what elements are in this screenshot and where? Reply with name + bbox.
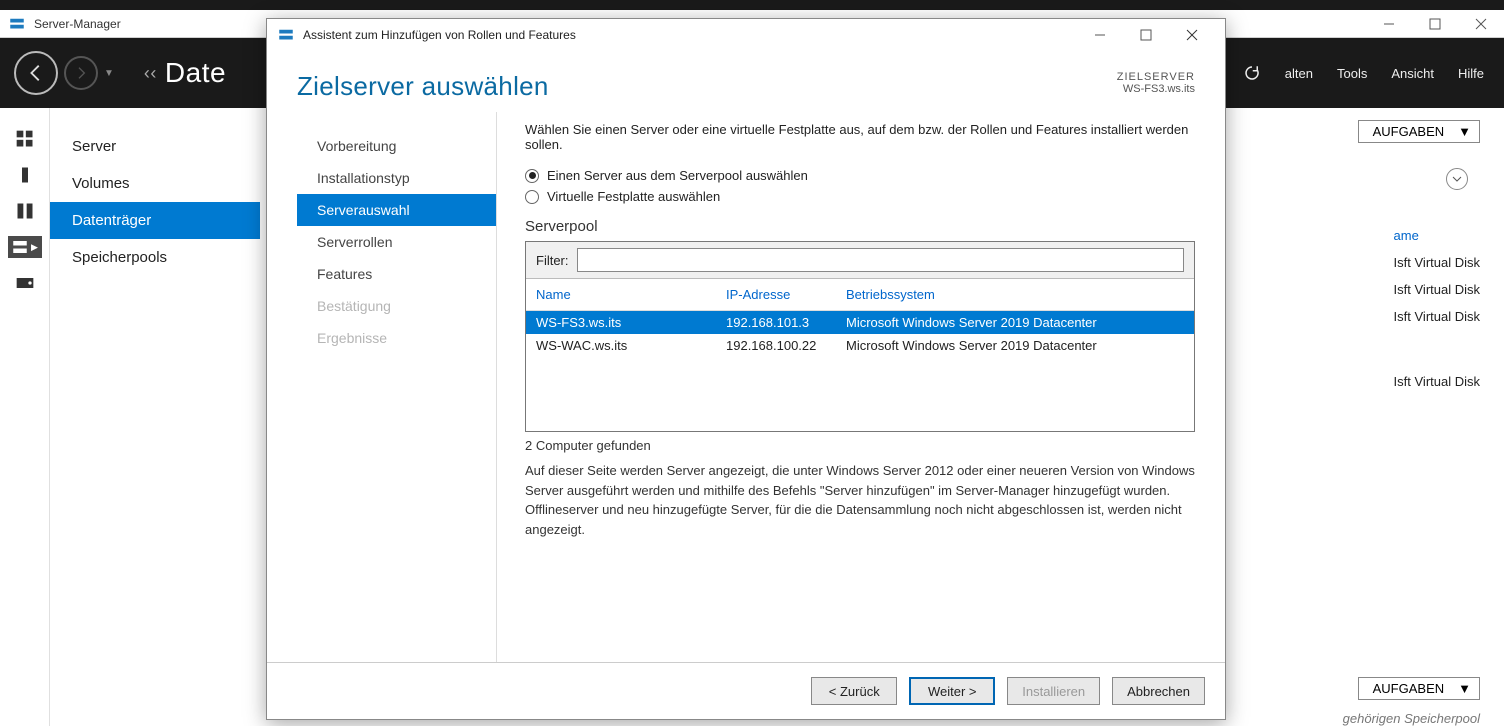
install-button: Installieren — [1007, 677, 1100, 705]
radio-label: Virtuelle Festplatte auswählen — [547, 189, 720, 204]
dashboard-icon[interactable] — [14, 128, 36, 150]
col-os[interactable]: Betriebssystem — [846, 287, 1184, 302]
target-value: WS-FS3.ws.its — [1117, 83, 1195, 95]
wizard-steps: Vorbereitung Installationstyp Serverausw… — [297, 112, 497, 662]
chevron-down-icon: ▼ — [1458, 681, 1471, 696]
subnav-item-server[interactable]: Server — [50, 128, 260, 165]
sidebar: ▶ — [0, 108, 50, 726]
breadcrumb: ‹‹ Date — [144, 57, 226, 89]
background-table: ame Isft Virtual Disk Isft Virtual Disk … — [1394, 228, 1480, 401]
server-count: 2 Computer gefunden — [525, 438, 1195, 453]
wizard-heading: Zielserver auswählen — [297, 71, 549, 102]
step-features[interactable]: Features — [297, 258, 496, 290]
chevron-down-icon: ▼ — [1458, 124, 1471, 139]
radio-vhd[interactable]: Virtuelle Festplatte auswählen — [525, 189, 1195, 204]
app-title: Server-Manager — [34, 17, 121, 31]
wizard-titlebar: Assistent zum Hinzufügen von Rollen und … — [267, 19, 1225, 51]
back-button[interactable]: < Zurück — [811, 677, 897, 705]
cell-name: WS-WAC.ws.its — [536, 338, 726, 353]
step-ergebnisse: Ergebnisse — [297, 322, 496, 354]
all-servers-icon[interactable] — [14, 200, 36, 222]
bottom-hint-text: gehörigen Speicherpool — [1343, 711, 1480, 726]
step-serverauswahl[interactable]: Serverauswahl — [297, 194, 496, 226]
cell-os: Microsoft Windows Server 2019 Datacenter — [846, 338, 1184, 353]
expand-toggle[interactable] — [1446, 168, 1468, 190]
grid-header: Name IP-Adresse Betriebssystem — [526, 279, 1194, 311]
radio-icon — [525, 190, 539, 204]
radio-icon — [525, 169, 539, 183]
tasks-label: AUFGABEN — [1373, 124, 1445, 139]
storage-icon[interactable] — [14, 272, 36, 294]
wizard-title: Assistent zum Hinzufügen von Rollen und … — [303, 28, 576, 42]
tasks-label: AUFGABEN — [1373, 681, 1445, 696]
refresh-icon[interactable] — [1243, 64, 1261, 82]
tasks-dropdown[interactable]: AUFGABEN ▼ — [1358, 677, 1480, 700]
target-label: ZIELSERVER — [1117, 71, 1195, 83]
breadcrumb-chevrons-icon: ‹‹ — [144, 63, 157, 83]
intro-text: Wählen Sie einen Server oder eine virtue… — [525, 122, 1195, 152]
cell-ip: 192.168.100.22 — [726, 338, 846, 353]
serverpool-label: Serverpool — [525, 218, 1195, 235]
wizard-icon — [277, 26, 295, 44]
wizard-content: Wählen Sie einen Server oder eine virtue… — [496, 112, 1195, 662]
cell-os: Microsoft Windows Server 2019 Datacenter — [846, 315, 1184, 330]
cancel-button[interactable]: Abbrechen — [1112, 677, 1205, 705]
menu-item[interactable]: Ansicht — [1391, 66, 1434, 81]
wizard-minimize-button[interactable] — [1077, 20, 1123, 50]
subnav-item-pools[interactable]: Speicherpools — [50, 239, 260, 276]
step-vorbereitung[interactable]: Vorbereitung — [297, 130, 496, 162]
next-button[interactable]: Weiter > — [909, 677, 995, 705]
filter-label: Filter: — [536, 253, 569, 268]
bg-column-header: ame — [1394, 228, 1480, 243]
radio-server-pool[interactable]: Einen Server aus dem Serverpool auswähle… — [525, 168, 1195, 183]
col-name[interactable]: Name — [536, 287, 726, 302]
maximize-button[interactable] — [1412, 10, 1458, 38]
step-bestaetigung: Bestätigung — [297, 290, 496, 322]
wizard-close-button[interactable] — [1169, 20, 1215, 50]
nav-forward-button[interactable] — [64, 56, 98, 90]
menu-item[interactable]: alten — [1285, 66, 1313, 81]
chevron-right-icon: ▶ — [31, 242, 38, 253]
step-installationstyp[interactable]: Installationstyp — [297, 162, 496, 194]
menu-item[interactable]: Hilfe — [1458, 66, 1484, 81]
note-text: Auf dieser Seite werden Server angezeigt… — [525, 461, 1195, 539]
tasks-dropdown[interactable]: AUFGABEN ▼ — [1358, 120, 1480, 143]
filter-input[interactable] — [577, 248, 1185, 272]
table-row[interactable]: Isft Virtual Disk — [1394, 309, 1480, 324]
menu-item[interactable]: Tools — [1337, 66, 1367, 81]
server-manager-icon — [8, 15, 26, 33]
table-row[interactable]: Isft Virtual Disk — [1394, 255, 1480, 270]
breadcrumb-text: Date — [165, 57, 226, 88]
table-row[interactable]: Isft Virtual Disk — [1394, 282, 1480, 297]
local-server-icon[interactable] — [14, 164, 36, 186]
sub-navigation: Server Volumes Datenträger Speicherpools — [50, 108, 260, 726]
wizard-dialog: Assistent zum Hinzufügen von Rollen und … — [266, 18, 1226, 720]
subnav-item-volumes[interactable]: Volumes — [50, 165, 260, 202]
wizard-maximize-button[interactable] — [1123, 20, 1169, 50]
target-server-info: ZIELSERVER WS-FS3.ws.its — [1117, 71, 1195, 95]
close-button[interactable] — [1458, 10, 1504, 38]
cell-ip: 192.168.101.3 — [726, 315, 846, 330]
table-row[interactable]: Isft Virtual Disk — [1394, 374, 1480, 389]
nav-history-caret[interactable]: ▼ — [104, 68, 114, 79]
step-serverrollen[interactable]: Serverrollen — [297, 226, 496, 258]
file-services-icon[interactable]: ▶ — [8, 236, 42, 258]
radio-label: Einen Server aus dem Serverpool auswähle… — [547, 168, 808, 183]
serverpool-box: Filter: Name IP-Adresse Betriebssystem W… — [525, 241, 1195, 432]
server-row[interactable]: WS-WAC.ws.its 192.168.100.22 Microsoft W… — [526, 334, 1194, 357]
server-row[interactable]: WS-FS3.ws.its 192.168.101.3 Microsoft Wi… — [526, 311, 1194, 334]
minimize-button[interactable] — [1366, 10, 1412, 38]
subnav-item-disks[interactable]: Datenträger — [50, 202, 260, 239]
nav-back-button[interactable] — [14, 51, 58, 95]
app-frame-top — [0, 0, 1504, 10]
cell-name: WS-FS3.ws.its — [536, 315, 726, 330]
wizard-footer: < Zurück Weiter > Installieren Abbrechen — [267, 663, 1225, 719]
col-ip[interactable]: IP-Adresse — [726, 287, 846, 302]
